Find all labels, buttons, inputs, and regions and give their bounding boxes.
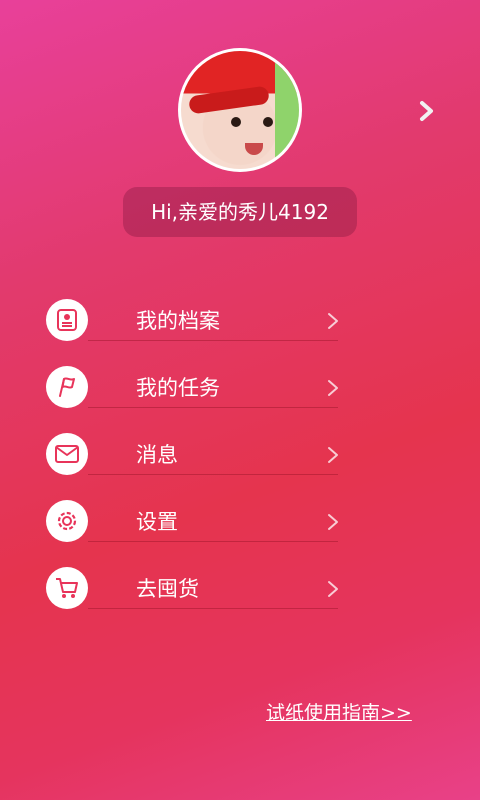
avatar-background — [275, 51, 299, 169]
divider — [88, 340, 338, 341]
chevron-right-icon — [326, 578, 340, 600]
chevron-right-icon — [326, 511, 340, 533]
cart-icon — [46, 567, 88, 609]
avatar-mouth — [245, 143, 263, 155]
divider — [88, 608, 338, 609]
chevron-right-icon — [326, 377, 340, 399]
avatar-eye-left — [231, 117, 241, 127]
menu-label: 我的档案 — [136, 309, 220, 333]
avatar-image — [181, 51, 299, 169]
menu-label: 我的任务 — [136, 376, 220, 400]
chevron-right-icon — [326, 310, 340, 332]
user-greeting[interactable]: Hi,亲爱的秀儿4192 — [123, 187, 357, 237]
avatar-eye-right — [263, 117, 273, 127]
gear-icon — [46, 500, 88, 542]
menu-label: 消息 — [136, 443, 178, 467]
menu-item-profile[interactable]: 我的档案 — [0, 296, 480, 364]
avatar[interactable] — [178, 48, 302, 172]
menu-label: 设置 — [136, 510, 178, 534]
flag-icon — [46, 366, 88, 408]
avatar-hat — [188, 85, 270, 115]
chevron-right-icon — [326, 444, 340, 466]
menu-item-shop[interactable]: 去囤货 — [0, 564, 480, 632]
divider — [88, 407, 338, 408]
profile-chevron-right-icon[interactable] — [416, 100, 438, 122]
menu-item-tasks[interactable]: 我的任务 — [0, 363, 480, 431]
envelope-icon — [46, 433, 88, 475]
profile-card-icon — [46, 299, 88, 341]
menu-label: 去囤货 — [136, 577, 199, 601]
divider — [88, 474, 338, 475]
test-strip-guide-link[interactable]: 试纸使用指南>> — [266, 700, 412, 726]
menu-item-settings[interactable]: 设置 — [0, 497, 480, 565]
menu-item-messages[interactable]: 消息 — [0, 430, 480, 498]
divider — [88, 541, 338, 542]
